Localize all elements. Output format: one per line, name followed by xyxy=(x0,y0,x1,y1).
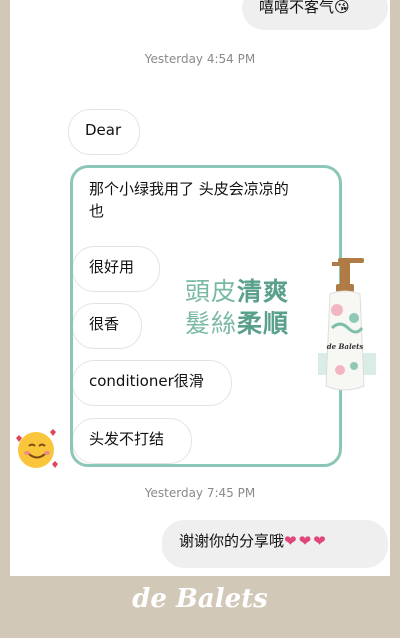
heart-emoji-icon: ❤❤❤ xyxy=(284,532,328,550)
timestamp: Yesterday 7:45 PM xyxy=(144,486,256,500)
promo-word: 髮絲 xyxy=(185,309,238,338)
message-text: 嘻嘻不客气😘 xyxy=(259,0,350,16)
chat-screen: 嘻嘻不客气😘 Yesterday 4:54 PM Dear 那个小绿我用了 头皮… xyxy=(10,0,390,576)
message-text: Dear xyxy=(85,121,122,139)
product-label: de Balets xyxy=(327,342,364,351)
brand-logo: de Balets xyxy=(132,584,268,614)
promo-word-bold: 柔順 xyxy=(237,309,290,338)
outgoing-message: 谢谢你的分享哦❤❤❤ xyxy=(162,520,388,568)
outgoing-message-top: 嘻嘻不客气😘 xyxy=(242,0,388,30)
promo-text: 頭皮清爽 髮絲柔順 xyxy=(185,276,289,340)
promo-word-bold: 清爽 xyxy=(237,277,290,306)
blushing-smile-emoji-icon xyxy=(16,429,58,468)
promo-word: 頭皮 xyxy=(185,277,238,306)
timestamp: Yesterday 4:54 PM xyxy=(144,52,256,66)
incoming-message: Dear xyxy=(68,109,140,155)
message-text: 谢谢你的分享哦 xyxy=(179,532,285,550)
shampoo-bottle-image: de Balets xyxy=(318,258,376,391)
image-frame: 嘻嘻不客气😘 Yesterday 4:54 PM Dear 那个小绿我用了 头皮… xyxy=(0,0,400,638)
